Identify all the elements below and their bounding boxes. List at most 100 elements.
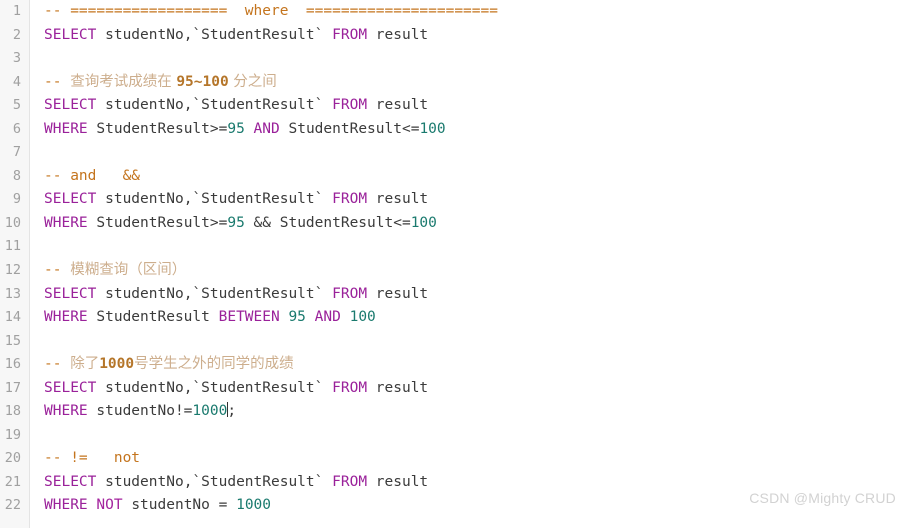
line-number: 19 [4, 426, 21, 443]
column-studentno: studentNo, [96, 473, 193, 490]
column-studentresult: StudentResult [201, 379, 315, 396]
comment-dashes: -- [44, 450, 71, 467]
backtick-open: ` [192, 473, 202, 490]
code-line-9[interactable]: SELECT studentNo,`StudentResult` FROM re… [31, 188, 910, 212]
operator-double-ampersand: && [244, 214, 280, 231]
comment-dashes: -- [44, 262, 71, 279]
column-studentresult: StudentResult [87, 309, 219, 326]
number-1000: 1000 [236, 497, 272, 514]
line-number: 20 [4, 450, 21, 467]
keyword-where: WHERE [44, 309, 88, 326]
line-number: 12 [4, 262, 21, 279]
backtick-open: ` [192, 26, 202, 43]
code-line-7[interactable] [31, 141, 910, 165]
comment-dashes: -- [44, 73, 71, 90]
keyword-from: FROM [332, 191, 368, 208]
keyword-and: AND [314, 309, 341, 326]
keyword-between: BETWEEN [218, 309, 280, 326]
comment-range-value: 95~100 [176, 73, 229, 90]
keyword-select: SELECT [44, 473, 97, 490]
comment-text-cn: 查询考试成绩在 [70, 73, 177, 90]
number-100: 100 [349, 309, 376, 326]
sql-code-editor[interactable]: 1 2 3 4 5 6 7 8 9 10 11 12 13 14 15 16 1… [0, 0, 910, 528]
line-number: 21 [4, 473, 21, 490]
line-number: 22 [4, 497, 21, 514]
column-studentno: studentNo, [96, 285, 193, 302]
code-line-3[interactable] [31, 47, 910, 71]
code-line-15[interactable] [31, 330, 910, 354]
code-line-2[interactable]: SELECT studentNo,`StudentResult` FROM re… [31, 24, 910, 48]
line-number: 11 [4, 238, 21, 255]
comment-not-operators: != not [70, 450, 141, 467]
table-result: result [367, 473, 429, 490]
keyword-not: NOT [96, 497, 123, 514]
number-95: 95 [227, 120, 245, 137]
code-line-20[interactable]: -- != not [31, 447, 910, 471]
keyword-select: SELECT [44, 191, 97, 208]
semicolon: ; [227, 403, 237, 420]
comment-text-cn: 除了 [70, 356, 100, 373]
line-number: 7 [12, 144, 21, 161]
line-number: 10 [4, 214, 21, 231]
column-studentresult: StudentResult [201, 285, 315, 302]
keyword-select: SELECT [44, 97, 97, 114]
code-line-13[interactable]: SELECT studentNo,`StudentResult` FROM re… [31, 283, 910, 307]
code-line-17[interactable]: SELECT studentNo,`StudentResult` FROM re… [31, 377, 910, 401]
comment-text-cn: 模糊查询（区间） [70, 262, 187, 279]
keyword-select: SELECT [44, 379, 97, 396]
backtick-open: ` [192, 285, 202, 302]
code-line-8[interactable]: -- and && [31, 165, 910, 189]
code-line-4[interactable]: -- 查询考试成绩在 95~100 分之间 [31, 71, 910, 95]
line-number: 3 [12, 50, 21, 67]
keyword-where: WHERE [44, 497, 88, 514]
line-number: 15 [4, 332, 21, 349]
keyword-and: AND [253, 120, 280, 137]
code-line-19[interactable] [31, 424, 910, 448]
line-number: 18 [4, 403, 21, 420]
column-studentresult: StudentResult [201, 473, 315, 490]
column-studentresult: StudentResult [201, 191, 315, 208]
code-line-18[interactable]: WHERE studentNo!=1000; [31, 400, 910, 424]
code-line-11[interactable] [31, 235, 910, 259]
code-line-6[interactable]: WHERE StudentResult>=95 AND StudentResul… [31, 118, 910, 142]
code-line-14[interactable]: WHERE StudentResult BETWEEN 95 AND 100 [31, 306, 910, 330]
condition-le-noslash: StudentResult [279, 214, 394, 231]
watermark: CSDN @Mighty CRUD [749, 490, 896, 506]
code-line-16[interactable]: -- 除了1000号学生之外的同学的成绩 [31, 353, 910, 377]
condition-ge: StudentResult>= [96, 214, 228, 231]
number-1000: 1000 [192, 403, 228, 420]
table-result: result [367, 191, 429, 208]
number-100: 100 [419, 120, 446, 137]
condition-ge: StudentResult>= [96, 120, 228, 137]
operator-le: <= [393, 214, 411, 231]
keyword-from: FROM [332, 26, 368, 43]
keyword-where: WHERE [44, 403, 88, 420]
line-number: 14 [4, 309, 21, 326]
line-number: 1 [12, 3, 21, 19]
column-studentno: studentNo, [96, 379, 193, 396]
line-number: 8 [12, 167, 21, 184]
condition-studentno-ne: studentNo!= [87, 403, 193, 420]
table-result: result [367, 285, 429, 302]
comment-dashes: -- [44, 356, 71, 373]
line-number: 6 [12, 120, 21, 137]
comment-where-label: where [227, 3, 306, 19]
table-result: result [367, 26, 429, 43]
keyword-select: SELECT [44, 285, 97, 302]
code-line-5[interactable]: SELECT studentNo,`StudentResult` FROM re… [31, 94, 910, 118]
comment-and-operators: and && [70, 167, 141, 184]
code-line-12[interactable]: -- 模糊查询（区间） [31, 259, 910, 283]
comment-number-1000: 1000 [99, 356, 135, 373]
code-content[interactable]: -- ================== where ============… [31, 0, 910, 528]
code-line-1[interactable]: -- ================== where ============… [31, 0, 910, 24]
table-result: result [367, 97, 429, 114]
code-line-10[interactable]: WHERE StudentResult>=95 && StudentResult… [31, 212, 910, 236]
keyword-from: FROM [332, 97, 368, 114]
